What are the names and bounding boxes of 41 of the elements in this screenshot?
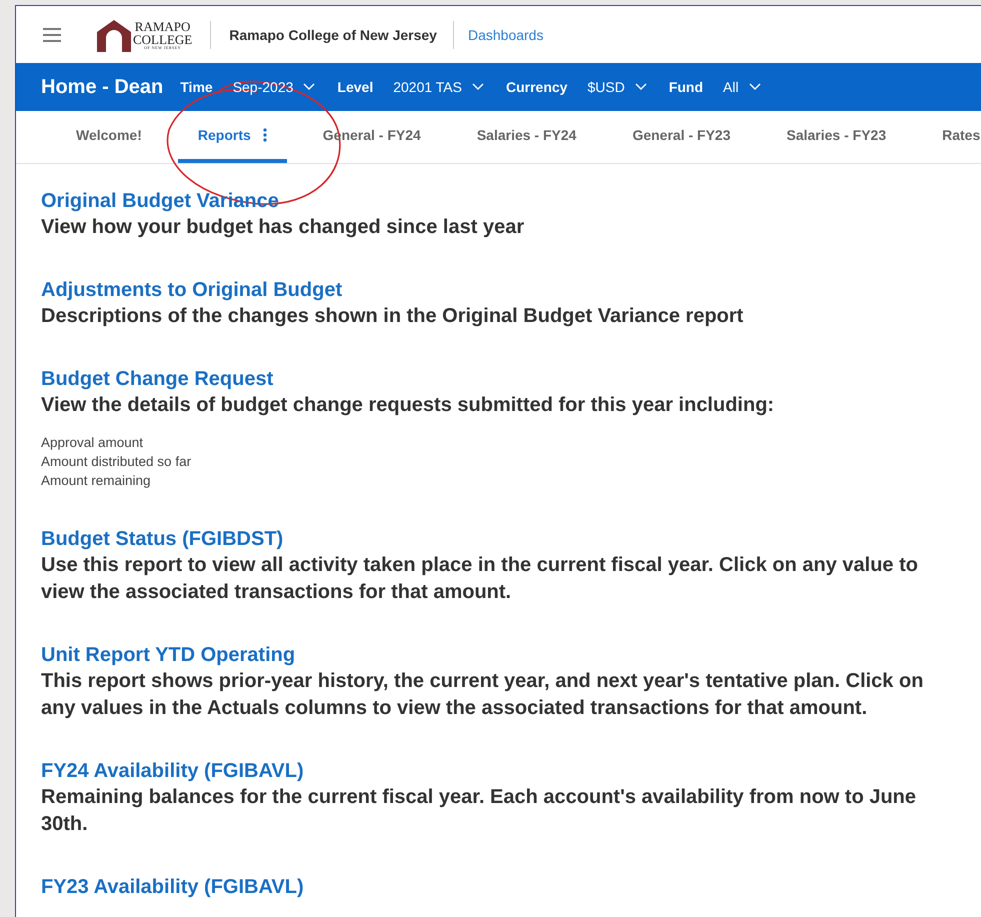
filter-label: Level xyxy=(337,79,374,95)
report-description: This report shows prior-year history, the current year, and next year's tentative plan. Click on any values in the Actuals columns to view the associated transactions for that amount. xyxy=(41,669,924,721)
chevron-down-icon xyxy=(748,83,761,91)
menu-icon xyxy=(43,28,61,42)
report-link[interactable]: Unit Report YTD Operating xyxy=(41,642,981,668)
tab[interactable]: Salaries - FY23 xyxy=(766,111,906,163)
logo-text: RAMAPO xyxy=(134,20,190,32)
more-vertical-icon xyxy=(262,128,267,142)
filter-dropdown[interactable]: All xyxy=(723,79,761,95)
tab[interactable]: Salaries - FY24 xyxy=(456,111,596,163)
report-description: View the details of budget change requests submitted for this year including: xyxy=(41,393,776,418)
filter-label: Fund xyxy=(668,79,704,95)
list-item: Amount distributed so far xyxy=(41,453,192,471)
chevron-down-icon xyxy=(472,83,484,91)
filter-label: Time xyxy=(180,79,213,95)
tab[interactable]: General - FY23 xyxy=(612,111,750,163)
logo-text: COLLEGE xyxy=(133,32,192,46)
report-link[interactable]: Budget Status (FGIBDST) xyxy=(41,526,981,552)
report-link[interactable]: Adjustments to Original Budget xyxy=(41,277,981,303)
report-description: Use this report to view all activity taken place in the current fiscal year. Click on any value to view the associated transactions for that amount. xyxy=(41,553,919,605)
tab[interactable]: Reports xyxy=(178,111,287,163)
filter-dropdown[interactable]: 20201 TAS xyxy=(393,79,484,95)
tab[interactable]: Welcome! xyxy=(60,111,162,163)
list-item: Amount remaining xyxy=(41,472,152,490)
menu-button[interactable] xyxy=(43,28,61,42)
report-link[interactable]: FY23 Availability (FGIBAVL) xyxy=(41,874,981,900)
filter-label: Currency xyxy=(506,79,568,95)
arch-logo-icon xyxy=(97,18,131,52)
report-description: Remaining balances for the current fiscal year. Each account's availability from now to June 30th. xyxy=(41,785,918,837)
report-description: View how your budget has changed since last year xyxy=(41,215,526,240)
report-link[interactable]: FY24 Availability (FGIBAVL) xyxy=(41,758,981,784)
organization-name: Ramapo College of New Jersey xyxy=(229,26,437,42)
dashboards-link[interactable]: Dashboards xyxy=(468,26,544,42)
report-description: Descriptions of the changes shown in the Original Budget Variance report xyxy=(41,304,744,329)
page-title: Home - Dean xyxy=(41,76,164,98)
chevron-down-icon xyxy=(303,83,316,91)
filter-dropdown[interactable]: $USD xyxy=(587,79,647,95)
list-item: Approval amount xyxy=(41,434,144,452)
chevron-down-icon xyxy=(634,83,647,91)
report-link[interactable]: Budget Change Request xyxy=(41,366,981,392)
tab[interactable]: Rates xyxy=(922,111,981,163)
